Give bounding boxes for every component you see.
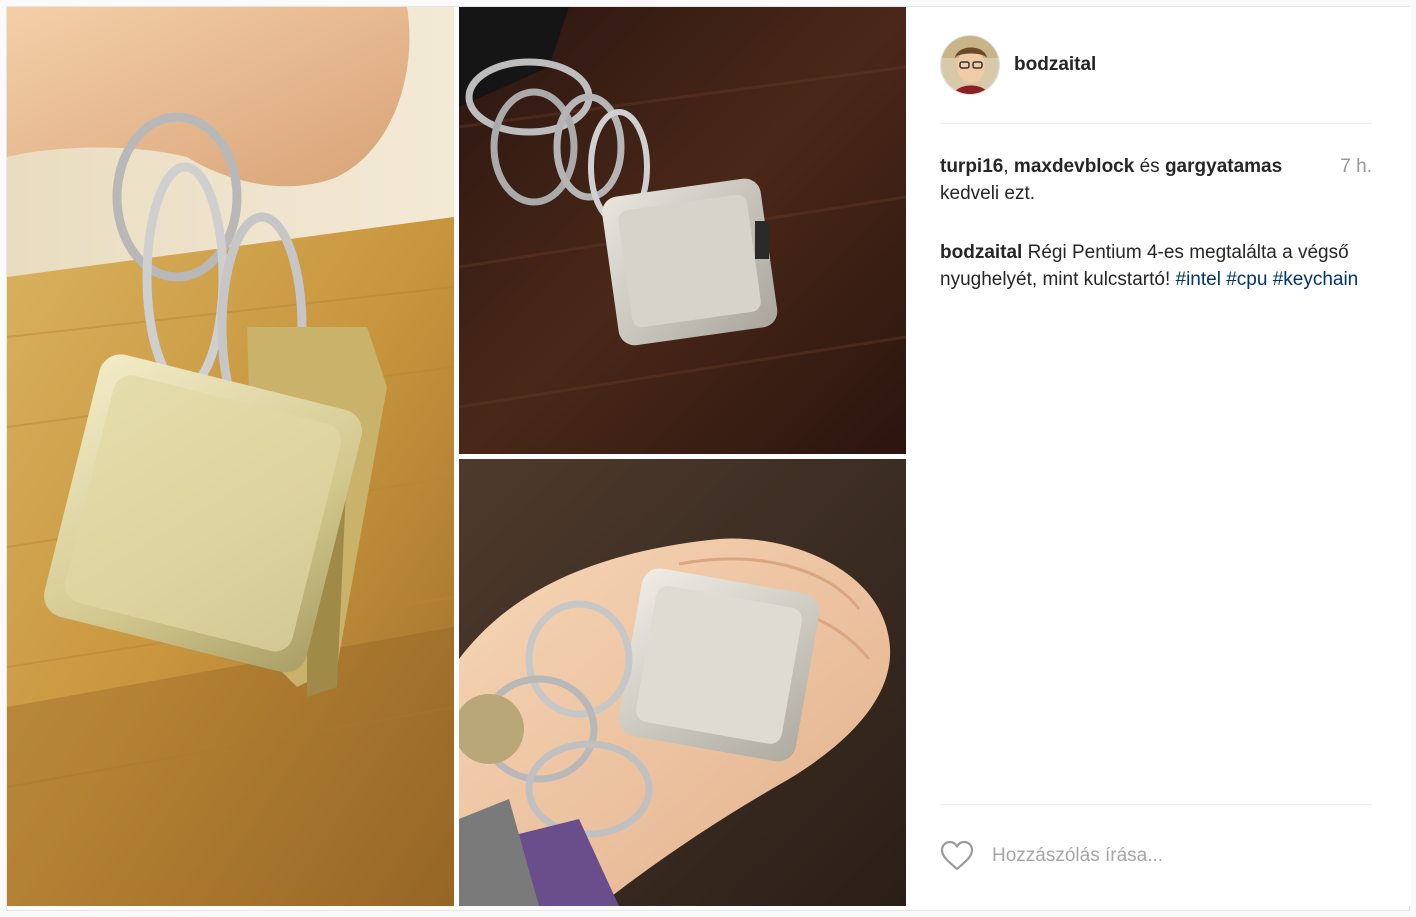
comment-input[interactable] <box>992 839 1372 873</box>
post-dialog: bodzaital turpi16, maxdevblock és gargya… <box>6 6 1411 911</box>
likes-suffix: kedveli ezt. <box>940 183 1036 204</box>
author-username[interactable]: bodzaital <box>1014 54 1096 76</box>
liker-username[interactable]: maxdevblock <box>1014 156 1134 177</box>
hashtag-link[interactable]: #cpu <box>1226 269 1267 290</box>
caption-username[interactable]: bodzaital <box>940 242 1022 263</box>
hashtag-link[interactable]: #intel <box>1176 269 1221 290</box>
photo-collage[interactable] <box>7 7 906 906</box>
liker-username[interactable]: turpi16 <box>940 156 1003 177</box>
post-caption: bodzaital Régi Pentium 4-es megtalálta a… <box>940 239 1360 293</box>
hashtag-link[interactable]: #keychain <box>1273 269 1359 290</box>
post-side-panel: bodzaital turpi16, maxdevblock és gargya… <box>906 7 1411 906</box>
likes-separator: , <box>1003 156 1014 177</box>
post-timestamp[interactable]: 7 h. <box>1340 153 1372 180</box>
cpu-keychain-in-palm-photo <box>459 459 906 906</box>
post-header: bodzaital <box>940 7 1372 124</box>
liker-username[interactable]: gargyatamas <box>1165 156 1282 177</box>
likes-conjunction: és <box>1134 156 1165 177</box>
hand-holding-cpu-keychain-photo <box>7 7 454 906</box>
heart-outline-icon[interactable] <box>940 840 974 871</box>
cpu-keychain-on-table-photo <box>459 7 906 454</box>
avatar[interactable] <box>940 35 1000 95</box>
comment-footer <box>940 804 1372 906</box>
likes-summary: turpi16, maxdevblock és gargyatamas kedv… <box>940 153 1372 207</box>
